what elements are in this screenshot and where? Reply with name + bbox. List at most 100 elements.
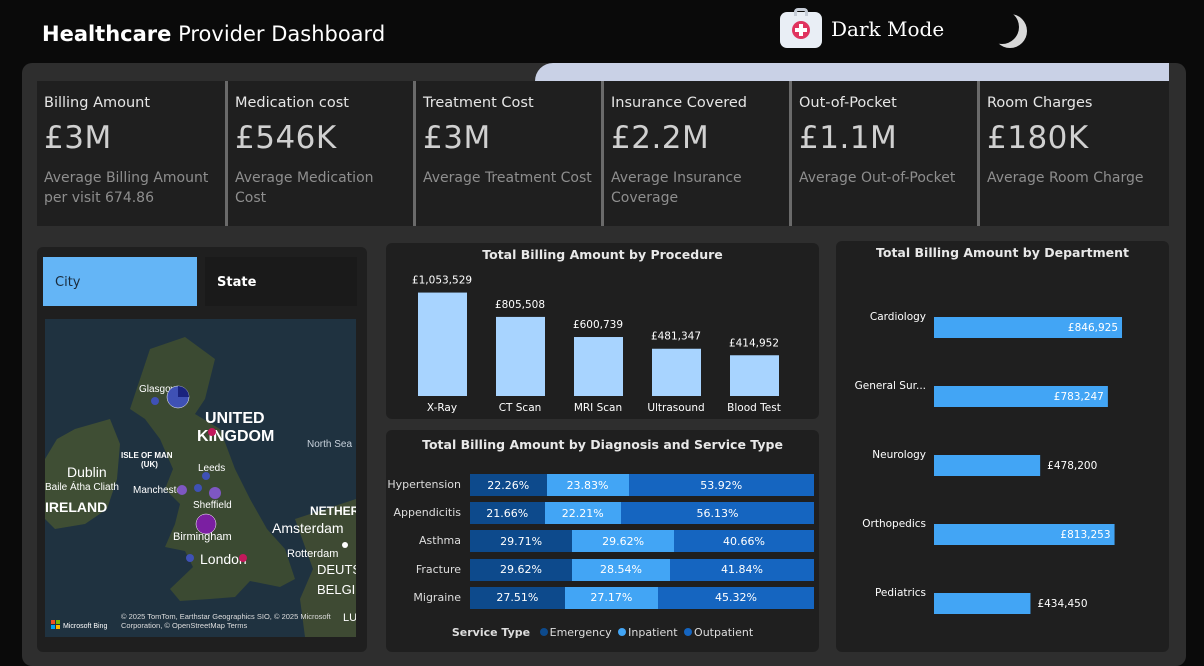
kpi-card-treatment: Treatment Cost £3M Average Treatment Cos… bbox=[413, 81, 603, 226]
kpi-card-billing: Billing Amount £3M Average Billing Amoun… bbox=[37, 81, 227, 226]
department-bar-chart: Cardiology £846,925 General Sur... £783,247… bbox=[855, 311, 1123, 614]
y-tick-label: Pediatrics bbox=[875, 587, 926, 599]
map-pie-marker[interactable] bbox=[239, 554, 247, 562]
stacked-bar-row: 21.66% 22.21% 56.13% bbox=[470, 502, 814, 525]
map-label-uk: (UK) bbox=[141, 460, 158, 469]
kpi-title: Out-of-Pocket bbox=[799, 95, 897, 111]
legend-item[interactable]: Outpatient bbox=[694, 626, 753, 639]
map-pie-marker[interactable] bbox=[151, 397, 159, 405]
stacked-segment[interactable]: 22.26% bbox=[470, 474, 547, 496]
department-bar[interactable] bbox=[934, 593, 1031, 614]
stacked-segment[interactable]: 21.66% bbox=[470, 502, 545, 525]
procedure-bar[interactable] bbox=[574, 337, 623, 396]
map-brand: Microsoft Bing bbox=[63, 623, 107, 630]
map-label-netherlands: NETHERL bbox=[310, 504, 356, 518]
stacked-segment[interactable]: 28.54% bbox=[571, 558, 671, 581]
map-label-isle-of-man: ISLE OF MAN bbox=[121, 451, 173, 460]
x-tick-label: Ultrasound bbox=[647, 402, 704, 414]
kpi-value: £1.1M bbox=[799, 120, 898, 156]
bar-data-label: £783,247 bbox=[1054, 391, 1104, 403]
bar-data-label: £805,508 bbox=[495, 299, 545, 311]
map-label-leeds: Leeds bbox=[198, 463, 225, 474]
map-pie-marker[interactable] bbox=[177, 485, 187, 495]
map-pie-marker[interactable] bbox=[208, 428, 216, 436]
stacked-segment[interactable]: 29.62% bbox=[572, 530, 675, 553]
kpi-card-room-charges: Room Charges £180K Average Room Charge bbox=[977, 81, 1169, 226]
x-tick-label: CT Scan bbox=[499, 402, 542, 414]
map-label-ireland: IRELAND bbox=[45, 499, 107, 515]
stacked-bar-row: 27.51% 27.17% 45.32% bbox=[470, 586, 814, 609]
kpi-title: Room Charges bbox=[987, 95, 1093, 111]
stacked-segment[interactable]: 22.21% bbox=[544, 502, 621, 525]
procedure-bar[interactable] bbox=[418, 292, 467, 396]
stacked-segment[interactable]: 23.83% bbox=[546, 474, 629, 496]
kpi-subtitle: Average Out-of-Pocket bbox=[799, 170, 956, 186]
stacked-bar-row: 29.62% 28.54% 41.84% bbox=[470, 558, 814, 581]
moon-icon[interactable] bbox=[985, 10, 1019, 44]
stacked-segment[interactable]: 56.13% bbox=[620, 502, 814, 525]
y-tick-label: Asthma bbox=[419, 534, 461, 548]
stacked-segment[interactable]: 53.92% bbox=[628, 474, 814, 496]
legend-swatch bbox=[618, 628, 627, 636]
stacked-bar-row: 22.26% 23.83% 53.92% bbox=[470, 474, 814, 496]
bar-data-label: £434,450 bbox=[1037, 598, 1087, 610]
slicer-state-button[interactable]: State bbox=[205, 257, 357, 306]
map-pie-marker[interactable] bbox=[186, 554, 194, 562]
medical-kit-icon bbox=[780, 8, 822, 48]
dark-mode-label: Dark Mode bbox=[831, 17, 945, 41]
stacked-segment[interactable]: 27.51% bbox=[470, 586, 565, 609]
procedure-bar[interactable] bbox=[652, 348, 701, 396]
y-tick-label: Hypertension bbox=[387, 478, 461, 491]
uk-map[interactable]: Glasgow UNITED KINGDOM North Sea ISLE OF… bbox=[45, 319, 356, 637]
y-tick-label: Fracture bbox=[415, 562, 461, 576]
legend-item[interactable]: Emergency bbox=[550, 626, 612, 639]
slicer-city-button[interactable]: City bbox=[43, 257, 197, 306]
y-tick-label: Migraine bbox=[413, 590, 461, 604]
map-label-united: UNITED bbox=[205, 410, 265, 427]
map-label-rotterdam: Rotterdam bbox=[287, 548, 338, 560]
stacked-segment[interactable]: 27.17% bbox=[564, 586, 659, 609]
map-canvas: Glasgow UNITED KINGDOM North Sea ISLE OF… bbox=[45, 319, 356, 637]
bar-data-label: £478,200 bbox=[1047, 460, 1097, 472]
y-tick-label: Orthopedics bbox=[862, 518, 926, 530]
x-tick-label: Blood Test bbox=[727, 402, 781, 414]
map-label-amsterdam: Amsterdam bbox=[272, 520, 344, 536]
map-pie-marker[interactable] bbox=[194, 484, 202, 492]
bar-data-label: £846,925 bbox=[1068, 322, 1118, 334]
legend-swatch bbox=[539, 628, 548, 636]
kpi-title: Medication cost bbox=[235, 95, 349, 111]
stacked-segment[interactable]: 29.62% bbox=[470, 558, 572, 581]
stacked-segment[interactable]: 29.71% bbox=[470, 530, 573, 553]
map-label-deutschland: DEUTSC bbox=[317, 562, 356, 577]
procedure-bar[interactable] bbox=[730, 355, 779, 396]
procedure-bar[interactable] bbox=[496, 316, 545, 396]
map-label-lux: LUX bbox=[343, 612, 356, 624]
kpi-subtitle: Average Medication Cost bbox=[235, 170, 374, 206]
kpi-subtitle: Average Treatment Cost bbox=[423, 170, 592, 186]
map-label-baile: Baile Átha Cliath bbox=[45, 480, 119, 493]
legend-item[interactable]: Inpatient bbox=[628, 626, 677, 639]
y-tick-label: General Sur... bbox=[855, 380, 926, 392]
kpi-value: £2.2M bbox=[611, 120, 710, 156]
bar-data-label: £600,739 bbox=[573, 319, 623, 331]
stacked-segment[interactable]: 41.84% bbox=[670, 558, 814, 581]
kpi-value: £180K bbox=[987, 120, 1089, 156]
kpi-card-insurance: Insurance Covered £2.2M Average Insuranc… bbox=[601, 81, 791, 226]
x-tick-label: MRI Scan bbox=[574, 402, 622, 414]
stacked-segment[interactable]: 45.32% bbox=[658, 586, 814, 609]
chart-legend: Service Type Emergency Inpatient Outpati… bbox=[386, 626, 819, 639]
map-label-north-sea: North Sea bbox=[307, 439, 352, 450]
map-pie-marker[interactable] bbox=[202, 472, 210, 480]
y-tick-label: Cardiology bbox=[870, 311, 926, 323]
frame-accent bbox=[535, 63, 1169, 81]
map-pie-marker[interactable] bbox=[209, 487, 221, 499]
page-title: Healthcare Provider Dashboard bbox=[42, 22, 386, 46]
kpi-title: Treatment Cost bbox=[423, 95, 534, 111]
map-pie-marker[interactable] bbox=[195, 513, 217, 535]
kpi-card-medication: Medication cost £546K Average Medication… bbox=[225, 81, 415, 226]
stacked-segment[interactable]: 40.66% bbox=[674, 530, 814, 553]
legend-swatch bbox=[684, 628, 693, 636]
department-bar[interactable] bbox=[934, 455, 1041, 476]
kpi-subtitle: Average Billing Amount per visit 674.86 bbox=[44, 170, 209, 206]
bar-data-label: £481,347 bbox=[651, 331, 701, 343]
